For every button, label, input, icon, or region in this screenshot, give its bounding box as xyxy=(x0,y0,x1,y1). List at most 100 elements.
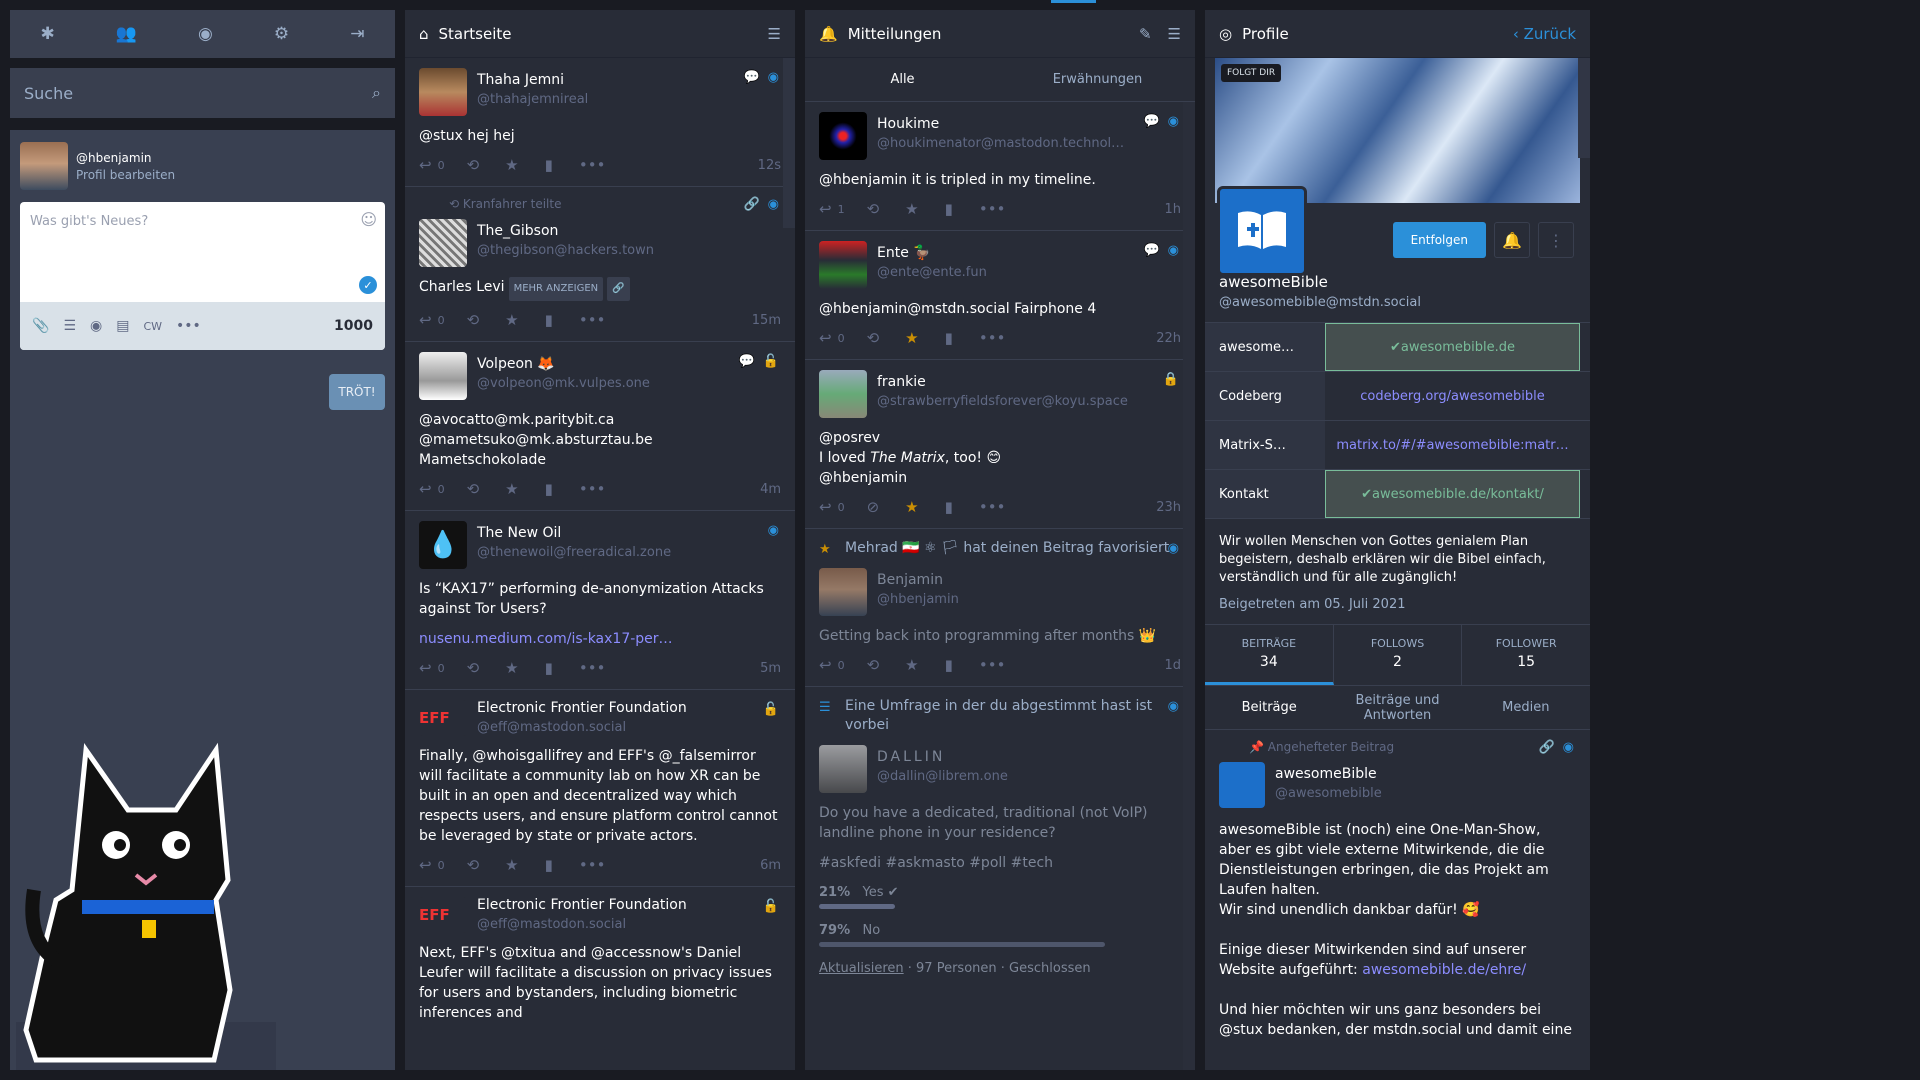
favourite-button[interactable]: ★ xyxy=(505,856,518,874)
favourite-button[interactable]: ★ xyxy=(505,311,518,329)
boost-button[interactable]: ⟲ xyxy=(467,311,480,329)
timestamp[interactable]: 4m xyxy=(760,482,781,497)
boost-button[interactable]: ⟲ xyxy=(467,480,480,498)
people-icon[interactable]: 👥 xyxy=(116,24,137,44)
asterisk-icon[interactable]: ✱ xyxy=(41,24,55,44)
compose-textarea[interactable]: Was gibt's Neues? ☺ ✓ 📎 ☰ ◉ ▤ CW ••• 100… xyxy=(20,202,385,350)
display-name[interactable]: Ente 🦆 xyxy=(877,245,987,261)
refresh-link[interactable]: Aktualisieren xyxy=(819,961,904,976)
hashtags[interactable]: #askfedi #askmasto #poll #tech xyxy=(819,853,1181,873)
more-button[interactable]: ••• xyxy=(979,200,1006,218)
scrollbar[interactable] xyxy=(1578,58,1590,158)
bell-icon[interactable]: 🔔 xyxy=(1494,222,1530,258)
display-name[interactable]: Houkime xyxy=(877,116,1124,132)
more-icon[interactable]: ••• xyxy=(176,318,201,334)
reply-button[interactable]: ↩ xyxy=(419,480,432,498)
more-button[interactable]: ••• xyxy=(579,480,606,498)
timestamp[interactable]: 6m xyxy=(760,858,781,873)
status[interactable]: 🔓 EFF Electronic Frontier Foundation @eff… xyxy=(405,887,795,1035)
tab-mentions[interactable]: Erwähnungen xyxy=(1000,72,1195,87)
boost-button[interactable]: ⟲ xyxy=(467,856,480,874)
display-name[interactable]: The_Gibson xyxy=(477,223,654,239)
tab-posts[interactable]: Beiträge xyxy=(1205,700,1333,715)
status[interactable]: ⟲ Kranfahrer teilte 🔗 ◉ The_Gibson @thegib… xyxy=(405,187,795,342)
bookmark-button[interactable]: ▮ xyxy=(545,480,553,498)
notification-title[interactable]: Mehrad 🇮🇷 ⚛ 🏳 hat deinen Beitrag favoris… xyxy=(845,540,1169,556)
pinned-status[interactable]: 📌 Angehefteter Beitrag 🔗 ◉ awesomeBible @a… xyxy=(1205,730,1590,1052)
bookmark-button[interactable]: ▮ xyxy=(545,856,553,874)
poll-notification[interactable]: ◉ ☰ Eine Umfrage in der du abgestimmt has… xyxy=(805,687,1195,988)
timestamp[interactable]: 22h xyxy=(1156,331,1181,346)
display-name[interactable]: Electronic Frontier Foundation xyxy=(477,897,687,913)
more-button[interactable]: ••• xyxy=(979,656,1006,674)
display-name[interactable]: frankie xyxy=(877,374,1128,390)
field-value[interactable]: ✔ awesomebible.de xyxy=(1325,323,1580,371)
avatar[interactable] xyxy=(1219,762,1265,808)
status-link[interactable]: awesomebible.de/ehre/ xyxy=(1362,962,1526,978)
timestamp[interactable]: 12s xyxy=(758,158,781,173)
avatar[interactable] xyxy=(819,370,867,418)
more-button[interactable]: ••• xyxy=(979,498,1006,516)
field-link[interactable]: awesomebible.de xyxy=(1401,340,1515,355)
tab-media[interactable]: Medien xyxy=(1462,700,1590,715)
notification-title[interactable]: Eine Umfrage in der du abgestimmt hast i… xyxy=(845,698,1152,733)
status-link[interactable]: nusenu.medium.com/is-kax17-per… xyxy=(419,631,673,647)
back-button[interactable]: ‹ Zurück xyxy=(1513,25,1576,43)
display-name[interactable]: Electronic Frontier Foundation xyxy=(477,700,687,716)
more-button[interactable]: ••• xyxy=(579,156,606,174)
bookmark-button[interactable]: ▮ xyxy=(945,200,953,218)
scrollbar[interactable] xyxy=(783,58,795,228)
account-handle[interactable]: @eff@mastodon.social xyxy=(477,917,687,932)
reply-button[interactable]: ↩ xyxy=(819,656,832,674)
paperclip-icon[interactable]: 📎 xyxy=(32,318,49,334)
unfollow-button[interactable]: Entfolgen xyxy=(1392,222,1486,258)
account-handle[interactable]: @thegibson@hackers.town xyxy=(477,243,654,258)
profile-avatar[interactable] xyxy=(1217,186,1307,276)
notification[interactable]: 🔒 frankie @strawberryfieldsforever@koyu.s… xyxy=(805,360,1195,529)
field-link[interactable]: awesomebible.de/kontakt/ xyxy=(1372,487,1544,502)
column-title[interactable]: Startseite xyxy=(439,25,752,43)
globe-icon[interactable]: ◉ xyxy=(198,24,213,44)
account-handle[interactable]: @houkimenator@mastodon.technol… xyxy=(877,136,1124,151)
boost-button[interactable]: ⟲ xyxy=(867,200,880,218)
boost-button[interactable]: ⟲ xyxy=(467,659,480,677)
account-handle[interactable]: @thenewoil@freeradical.zone xyxy=(477,545,671,560)
display-name[interactable]: The New Oil xyxy=(477,525,671,541)
avatar[interactable] xyxy=(819,112,867,160)
display-name[interactable]: Volpeon 🦊 xyxy=(477,356,650,372)
account-handle[interactable]: @volpeon@mk.vulpes.one xyxy=(477,376,650,391)
reply-button[interactable]: ↩ xyxy=(419,856,432,874)
account-handle[interactable]: @eff@mastodon.social xyxy=(477,720,687,735)
status[interactable]: 🔓 EFF Electronic Frontier Foundation @eff… xyxy=(405,690,795,887)
more-button[interactable]: ••• xyxy=(979,329,1006,347)
bookmark-button[interactable]: ▮ xyxy=(945,656,953,674)
notification[interactable]: 💬 ◉ Ente 🦆 @ente@ente.fun @hbenjamin@mstdn… xyxy=(805,231,1195,360)
favourite-button[interactable]: ★ xyxy=(905,200,918,218)
timestamp[interactable]: 1h xyxy=(1164,202,1181,217)
boost-button[interactable]: ⟲ xyxy=(867,329,880,347)
account-handle[interactable]: @ente@ente.fun xyxy=(877,265,987,280)
reply-all-button[interactable]: ↩ xyxy=(819,200,832,218)
document-icon[interactable]: ▤ xyxy=(116,318,129,334)
display-name[interactable]: Thaha Jemni xyxy=(477,72,588,88)
reply-button[interactable]: ↩ xyxy=(419,659,432,677)
display-name[interactable]: awesomeBible xyxy=(1275,766,1382,782)
eff-logo[interactable]: EFF xyxy=(419,700,467,736)
account-handle[interactable]: @strawberryfieldsforever@koyu.space xyxy=(877,394,1128,409)
account-handle[interactable]: @dallin@librem.one xyxy=(877,769,1008,784)
menu-icon[interactable]: ⋮ xyxy=(1538,222,1574,258)
favourite-button[interactable]: ★ xyxy=(505,156,518,174)
favourite-button[interactable]: ★ xyxy=(905,329,918,347)
favourite-button[interactable]: ★ xyxy=(905,498,918,516)
boost-button[interactable]: ⟲ xyxy=(867,656,880,674)
avatar[interactable] xyxy=(419,352,467,400)
status[interactable]: 💬 ◉ Thaha Jemni @thahajemnireal @stux hej … xyxy=(405,58,795,187)
display-name[interactable]: Benjamin xyxy=(877,572,959,588)
bookmark-button[interactable]: ▮ xyxy=(545,659,553,677)
account-handle[interactable]: @awesomebible xyxy=(1275,786,1382,801)
avatar[interactable] xyxy=(819,241,867,289)
column-title[interactable]: Profile xyxy=(1242,25,1513,43)
counter-follows[interactable]: FOLLOWS 2 xyxy=(1334,625,1463,685)
favourite-notification[interactable]: ◉ ★ Mehrad 🇮🇷 ⚛ 🏳 hat deinen Beitrag favo… xyxy=(805,529,1195,687)
avatar[interactable]: 💧 xyxy=(419,521,467,569)
